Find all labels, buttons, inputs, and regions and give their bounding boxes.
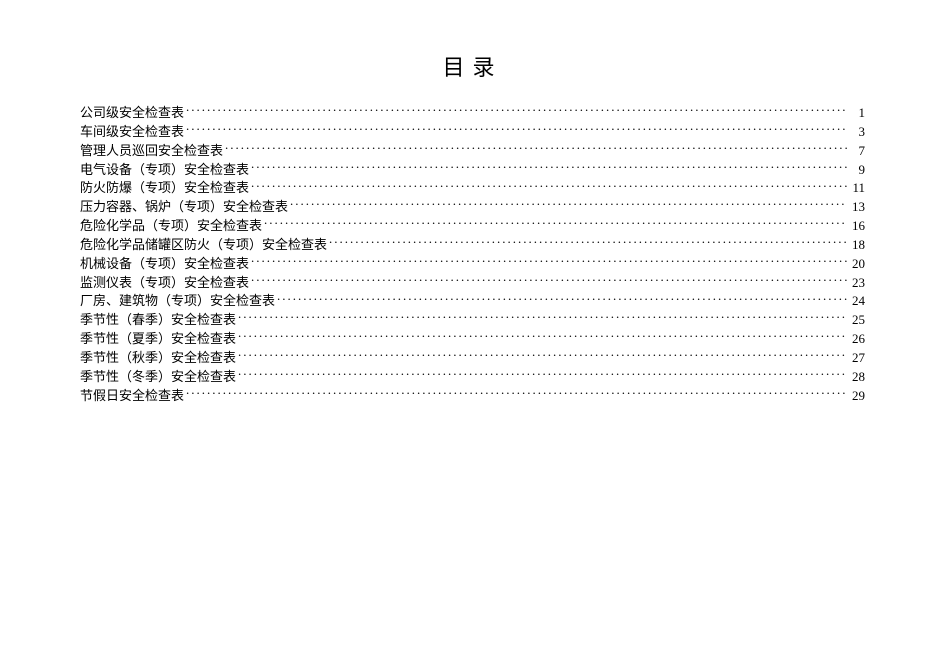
toc-item: 压力容器、锅炉（专项）安全检查表 13	[80, 198, 865, 217]
toc-item: 车间级安全检查表 3	[80, 123, 865, 142]
toc-item-page: 23	[849, 274, 865, 293]
toc-item-page: 11	[849, 179, 865, 198]
toc-item: 节假日安全检查表 29	[80, 387, 865, 406]
toc-leader-dots	[186, 123, 847, 136]
toc-item-label: 车间级安全检查表	[80, 123, 184, 142]
toc-item: 监测仪表（专项）安全检查表 23	[80, 274, 865, 293]
toc-item: 防火防爆（专项）安全检查表 11	[80, 179, 865, 198]
toc-item: 管理人员巡回安全检查表 7	[80, 142, 865, 161]
toc-leader-dots	[225, 142, 847, 155]
toc-item-page: 16	[849, 217, 865, 236]
toc-item-label: 厂房、建筑物（专项）安全检查表	[80, 292, 275, 311]
toc-item-label: 管理人员巡回安全检查表	[80, 142, 223, 161]
toc-item-label: 防火防爆（专项）安全检查表	[80, 179, 249, 198]
toc-item-page: 24	[849, 292, 865, 311]
toc-item-page: 25	[849, 311, 865, 330]
toc-item-page: 18	[849, 236, 865, 255]
toc-item-page: 13	[849, 198, 865, 217]
toc-leader-dots	[186, 104, 847, 117]
toc-item: 季节性（夏季）安全检查表 26	[80, 330, 865, 349]
toc-leader-dots	[329, 236, 847, 249]
toc-item-label: 季节性（秋季）安全检查表	[80, 349, 236, 368]
toc-item-label: 监测仪表（专项）安全检查表	[80, 274, 249, 293]
toc-list: 公司级安全检查表1车间级安全检查表3管理人员巡回安全检查表7电气设备（专项）安全…	[80, 104, 865, 406]
toc-item-label: 压力容器、锅炉（专项）安全检查表	[80, 198, 288, 217]
toc-item-label: 机械设备（专项）安全检查表	[80, 255, 249, 274]
toc-leader-dots	[251, 179, 847, 192]
toc-item: 危险化学品（专项）安全检查表 16	[80, 217, 865, 236]
toc-leader-dots	[238, 349, 847, 362]
toc-leader-dots	[251, 274, 847, 287]
toc-item: 危险化学品储罐区防火（专项）安全检查表 18	[80, 236, 865, 255]
toc-item-label: 节假日安全检查表	[80, 387, 184, 406]
toc-item-page: 28	[849, 368, 865, 387]
toc-item: 公司级安全检查表 1	[80, 104, 865, 123]
toc-item-page: 20	[849, 255, 865, 274]
toc-item-label: 危险化学品（专项）安全检查表	[80, 217, 262, 236]
toc-leader-dots	[251, 161, 847, 174]
toc-item: 厂房、建筑物（专项）安全检查表 24	[80, 292, 865, 311]
toc-item: 电气设备（专项）安全检查表 9	[80, 161, 865, 180]
toc-item-page: 7	[849, 142, 865, 161]
toc-item-page: 9	[849, 161, 865, 180]
toc-leader-dots	[277, 292, 847, 305]
toc-item-page: 1	[849, 104, 865, 123]
toc-item-page: 26	[849, 330, 865, 349]
toc-leader-dots	[251, 255, 847, 268]
page-title: 目录	[80, 50, 865, 82]
toc-item: 季节性（秋季）安全检查表 27	[80, 349, 865, 368]
toc-leader-dots	[186, 387, 847, 400]
toc-item-label: 季节性（春季）安全检查表	[80, 311, 236, 330]
toc-leader-dots	[264, 217, 847, 230]
toc-item-label: 公司级安全检查表	[80, 104, 184, 123]
toc-leader-dots	[238, 368, 847, 381]
toc-leader-dots	[238, 330, 847, 343]
toc-leader-dots	[238, 311, 847, 324]
toc-item: 机械设备（专项）安全检查表 20	[80, 255, 865, 274]
toc-leader-dots	[290, 198, 847, 211]
toc-item: 季节性（春季）安全检查表 25	[80, 311, 865, 330]
toc-item-label: 危险化学品储罐区防火（专项）安全检查表	[80, 236, 327, 255]
toc-item: 季节性（冬季）安全检查表 28	[80, 368, 865, 387]
toc-item-label: 季节性（冬季）安全检查表	[80, 368, 236, 387]
toc-item-page: 29	[849, 387, 865, 406]
toc-item-label: 季节性（夏季）安全检查表	[80, 330, 236, 349]
toc-item-page: 3	[849, 123, 865, 142]
toc-item-page: 27	[849, 349, 865, 368]
toc-item-label: 电气设备（专项）安全检查表	[80, 161, 249, 180]
